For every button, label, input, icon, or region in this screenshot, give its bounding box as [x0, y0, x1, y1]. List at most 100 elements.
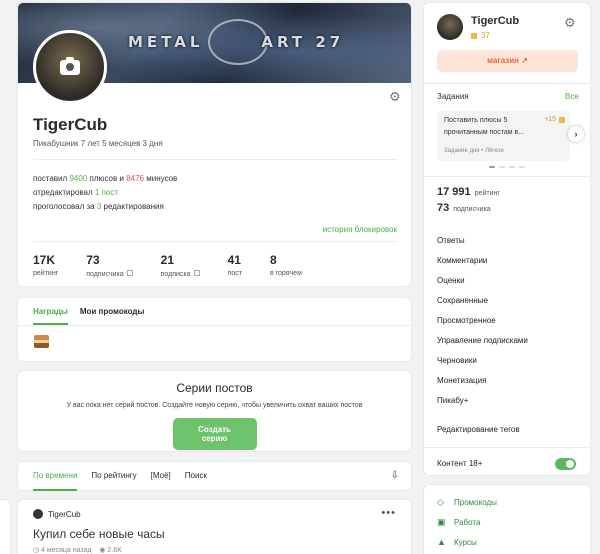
menu-edit-tags[interactable]: Редактирование тегов — [437, 425, 520, 434]
camera-icon[interactable] — [60, 56, 80, 75]
eye-icon: ◉ — [99, 547, 106, 554]
menu-monetization[interactable]: Монетизация — [437, 376, 486, 385]
votes-prefix: поставил — [33, 174, 68, 183]
minuses-count: 8476 — [126, 174, 144, 183]
divider — [18, 325, 411, 326]
menu-replies[interactable]: Ответы — [437, 236, 465, 245]
edited-line: отредактировал 1 пост — [33, 188, 118, 197]
task-meta: Задание дня • Лёгкое — [444, 148, 504, 154]
sidebar-avatar[interactable] — [437, 14, 463, 40]
menu-viewed[interactable]: Просмотренное — [437, 316, 496, 325]
votes-line: поставил 9400 плюсов и 8476 минусов — [33, 174, 177, 183]
shop-button[interactable]: магазин ↗ — [437, 50, 578, 72]
clock-icon: ◷ — [33, 547, 40, 554]
stat-label-wrap: подписчика — [86, 270, 133, 278]
rating-value: 17 991 — [437, 186, 471, 198]
tag-icon: ◇ — [437, 497, 444, 507]
member-since: Пикабушник 7 лет 5 месяцев 3 дня — [33, 139, 163, 148]
stat-label-wrap: подписка — [161, 270, 200, 278]
task-reward: +15 — [544, 116, 565, 123]
rating-square-icon — [471, 32, 477, 39]
author-name: TigerCub — [48, 509, 81, 519]
stat-value: 73 — [86, 253, 100, 267]
divider — [424, 83, 590, 84]
task-reward-value: +15 — [544, 116, 556, 123]
rating-small-value: 37 — [481, 31, 490, 40]
pluses-word: плюсов и — [89, 174, 124, 183]
pager-dot[interactable] — [509, 166, 515, 168]
task-card[interactable]: Поставить плюсы 5 прочитанным постам в..… — [437, 111, 570, 161]
briefcase-icon: ▣ — [437, 517, 446, 527]
profile-avatar[interactable] — [33, 30, 107, 104]
voted-prefix: проголосовал за — [33, 202, 95, 211]
tab-search[interactable]: Поиск — [185, 471, 207, 491]
tab-by-time[interactable]: По времени — [33, 471, 78, 491]
banner-text-right: ART 27 — [261, 33, 345, 51]
tab-awards[interactable]: Награды — [33, 307, 68, 325]
pager-dot[interactable] — [519, 166, 525, 168]
stat-value: 17K — [33, 253, 56, 267]
subs-value: 73 — [437, 202, 450, 214]
pager-dot[interactable] — [489, 166, 495, 168]
post-author[interactable]: TigerCub — [33, 509, 81, 519]
link-courses[interactable]: ▲ Курсы — [437, 537, 477, 547]
link-promocodes[interactable]: ◇ Промокоды — [437, 497, 497, 508]
tab-mine[interactable]: [Моё] — [151, 471, 171, 491]
banner-text-left: METAL — [128, 33, 204, 51]
minuses-word: минусов — [146, 174, 178, 183]
post-title[interactable]: Купил себе новые часы — [33, 527, 165, 541]
content18-toggle[interactable] — [555, 458, 576, 470]
menu-drafts[interactable]: Черновики — [437, 356, 477, 365]
menu-ratings[interactable]: Оценки — [437, 276, 465, 285]
author-avatar — [33, 509, 43, 519]
stat-value: 41 — [227, 253, 241, 267]
awards-tabs: Награды Мои промокоды — [33, 307, 156, 325]
tab-by-rating[interactable]: По рейтингу — [91, 471, 136, 491]
profile-card: METAL ART 27 ⚙ TigerCub Пикабушник 7 лет … — [17, 2, 412, 287]
more-icon[interactable]: ••• — [381, 507, 396, 519]
stat-label: в горячем — [269, 270, 302, 277]
stat-label: рейтинг — [33, 270, 59, 277]
external-link-icon — [193, 270, 200, 276]
voted-value[interactable]: 3 — [97, 202, 101, 211]
gear-icon[interactable]: ⚙ — [564, 15, 576, 31]
cake-award-icon[interactable] — [34, 335, 49, 348]
menu-pikabu-plus[interactable]: Пикабу+ — [437, 396, 468, 405]
voted-suffix: редактирования — [103, 202, 164, 211]
edited-value[interactable]: 1 пост — [95, 188, 118, 197]
sort-bar: По времени По рейтингу [Моё] Поиск ⇩ — [17, 461, 412, 491]
menu-comments[interactable]: Комментарии — [437, 256, 487, 265]
link-label: Работа — [454, 518, 481, 527]
sort-order-icon[interactable]: ⇩ — [391, 470, 399, 481]
post-card: TigerCub ••• Купил себе новые часы ◷ 4 м… — [17, 499, 412, 554]
awards-card: Награды Мои промокоды — [17, 297, 412, 362]
tab-promocodes[interactable]: Мои промокоды — [80, 307, 144, 325]
link-jobs[interactable]: ▣ Работа — [437, 517, 480, 528]
stat-subscribers[interactable]: 73 подписчика — [86, 253, 133, 278]
left-panel-stub — [0, 499, 11, 554]
sidebar-links: ◇ Промокоды ▣ Работа ▲ Курсы — [423, 484, 591, 554]
edited-prefix: отредактировал — [33, 188, 93, 197]
stat-hot: 8 в горячем — [270, 253, 302, 278]
create-series-button[interactable]: Создать серию — [172, 418, 257, 450]
sidebar-username[interactable]: TigerCub — [471, 15, 519, 27]
stat-posts: 41 пост — [228, 253, 242, 278]
task-pager — [489, 166, 529, 168]
menu-saved[interactable]: Сохраненные — [437, 296, 488, 305]
stat-rating: 17K рейтинг — [33, 253, 58, 278]
divider — [33, 159, 398, 160]
pager-dot[interactable] — [499, 166, 505, 168]
voted-line: проголосовал за 3 редактирования — [33, 202, 164, 211]
stat-label: подписчика — [86, 271, 124, 278]
gear-icon[interactable]: ⚙ — [389, 89, 401, 105]
menu-subscriptions[interactable]: Управление подписками — [437, 336, 528, 345]
tasks-all-link[interactable]: Все — [565, 92, 579, 101]
chevron-right-icon[interactable]: › — [568, 126, 584, 142]
stat-subscriptions[interactable]: 21 подписка — [161, 253, 200, 278]
tasks-label: Задания — [437, 92, 469, 101]
graduation-cap-icon: ▲ — [437, 537, 446, 547]
stat-label: пост — [227, 270, 242, 277]
subs-label: подписчика — [453, 206, 491, 213]
sidebar-rating-small: 37 — [471, 31, 490, 40]
block-history-link[interactable]: история блокировок — [323, 225, 397, 234]
